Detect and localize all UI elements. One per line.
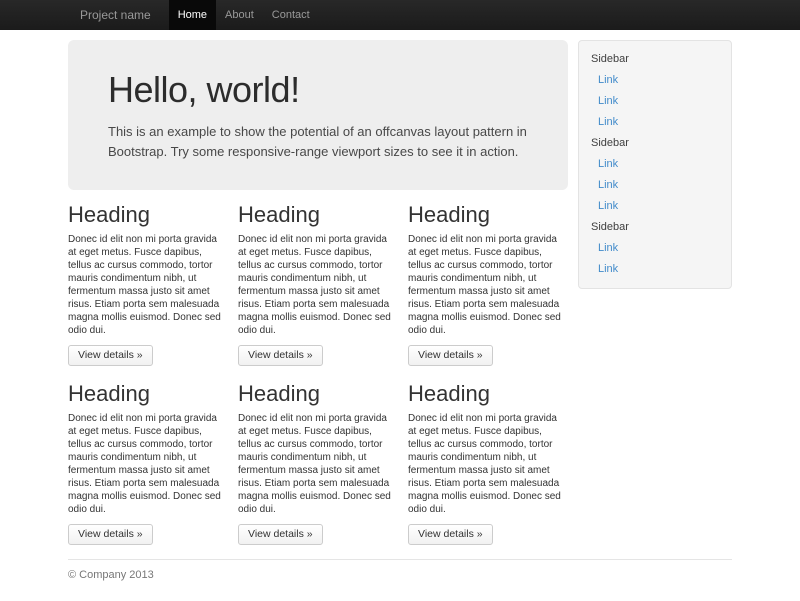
card-body-text: Donec id elit non mi porta gravida at eg… <box>238 233 398 337</box>
navbar-brand[interactable]: Project name <box>68 0 169 30</box>
sidebar-link[interactable]: Link <box>579 154 731 175</box>
jumbotron-text: This is an example to show the potential… <box>108 122 528 162</box>
view-details-button[interactable]: View details » <box>408 524 493 545</box>
sidebar-group-3: Sidebar Link Link <box>579 217 731 280</box>
nav-link-contact[interactable]: Contact <box>263 0 319 30</box>
navbar-inner: Project name Home About Contact <box>68 0 732 30</box>
content-card: Heading Donec id elit non mi porta gravi… <box>68 203 228 366</box>
page-footer: © Company 2013 <box>68 559 732 601</box>
copyright-text: © Company 2013 <box>68 569 732 581</box>
sidebar-group-header: Sidebar <box>579 133 731 154</box>
view-details-button[interactable]: View details » <box>68 524 153 545</box>
main-column: Hello, world! This is an example to show… <box>68 40 568 545</box>
nav-item-about[interactable]: About <box>216 0 263 30</box>
nav-link-home[interactable]: Home <box>169 0 216 30</box>
view-details-button[interactable]: View details » <box>238 345 323 366</box>
sidebar-link[interactable]: Link <box>579 196 731 217</box>
content-card: Heading Donec id elit non mi porta gravi… <box>408 382 568 545</box>
view-details-button[interactable]: View details » <box>408 345 493 366</box>
card-heading: Heading <box>408 382 568 406</box>
sidebar-link[interactable]: Link <box>579 175 731 196</box>
page-container: Hello, world! This is an example to show… <box>68 40 732 601</box>
page-title: Hello, world! <box>108 70 528 110</box>
card-heading: Heading <box>238 382 398 406</box>
cards-row-2: Heading Donec id elit non mi porta gravi… <box>68 382 568 545</box>
card-body-text: Donec id elit non mi porta gravida at eg… <box>238 412 398 516</box>
nav-link-about[interactable]: About <box>216 0 263 30</box>
sidebar-link[interactable]: Link <box>579 91 731 112</box>
card-heading: Heading <box>68 382 228 406</box>
content-card: Heading Donec id elit non mi porta gravi… <box>238 203 398 366</box>
sidebar-link[interactable]: Link <box>579 259 731 280</box>
view-details-button[interactable]: View details » <box>68 345 153 366</box>
card-heading: Heading <box>238 203 398 227</box>
card-body-text: Donec id elit non mi porta gravida at eg… <box>408 233 568 337</box>
card-body-text: Donec id elit non mi porta gravida at eg… <box>408 412 568 516</box>
sidebar-group-2: Sidebar Link Link Link <box>579 133 731 217</box>
jumbotron: Hello, world! This is an example to show… <box>68 40 568 190</box>
nav-item-home[interactable]: Home <box>169 0 216 30</box>
sidebar-group-1: Sidebar Link Link Link <box>579 49 731 133</box>
content-row: Hello, world! This is an example to show… <box>68 40 732 545</box>
view-details-button[interactable]: View details » <box>238 524 323 545</box>
card-body-text: Donec id elit non mi porta gravida at eg… <box>68 412 228 516</box>
nav-item-contact[interactable]: Contact <box>263 0 319 30</box>
sidebar-group-header: Sidebar <box>579 49 731 70</box>
card-heading: Heading <box>408 203 568 227</box>
card-body-text: Donec id elit non mi porta gravida at eg… <box>68 233 228 337</box>
navbar: Project name Home About Contact <box>0 0 800 30</box>
content-card: Heading Donec id elit non mi porta gravi… <box>68 382 228 545</box>
sidebar-link[interactable]: Link <box>579 238 731 259</box>
sidebar-group-header: Sidebar <box>579 217 731 238</box>
card-heading: Heading <box>68 203 228 227</box>
content-card: Heading Donec id elit non mi porta gravi… <box>408 203 568 366</box>
sidebar-link[interactable]: Link <box>579 70 731 91</box>
sidebar: Sidebar Link Link Link Sidebar Link Link… <box>578 40 732 289</box>
sidebar-link[interactable]: Link <box>579 112 731 133</box>
content-card: Heading Donec id elit non mi porta gravi… <box>238 382 398 545</box>
cards-row-1: Heading Donec id elit non mi porta gravi… <box>68 203 568 366</box>
navbar-menu: Home About Contact <box>169 0 319 30</box>
